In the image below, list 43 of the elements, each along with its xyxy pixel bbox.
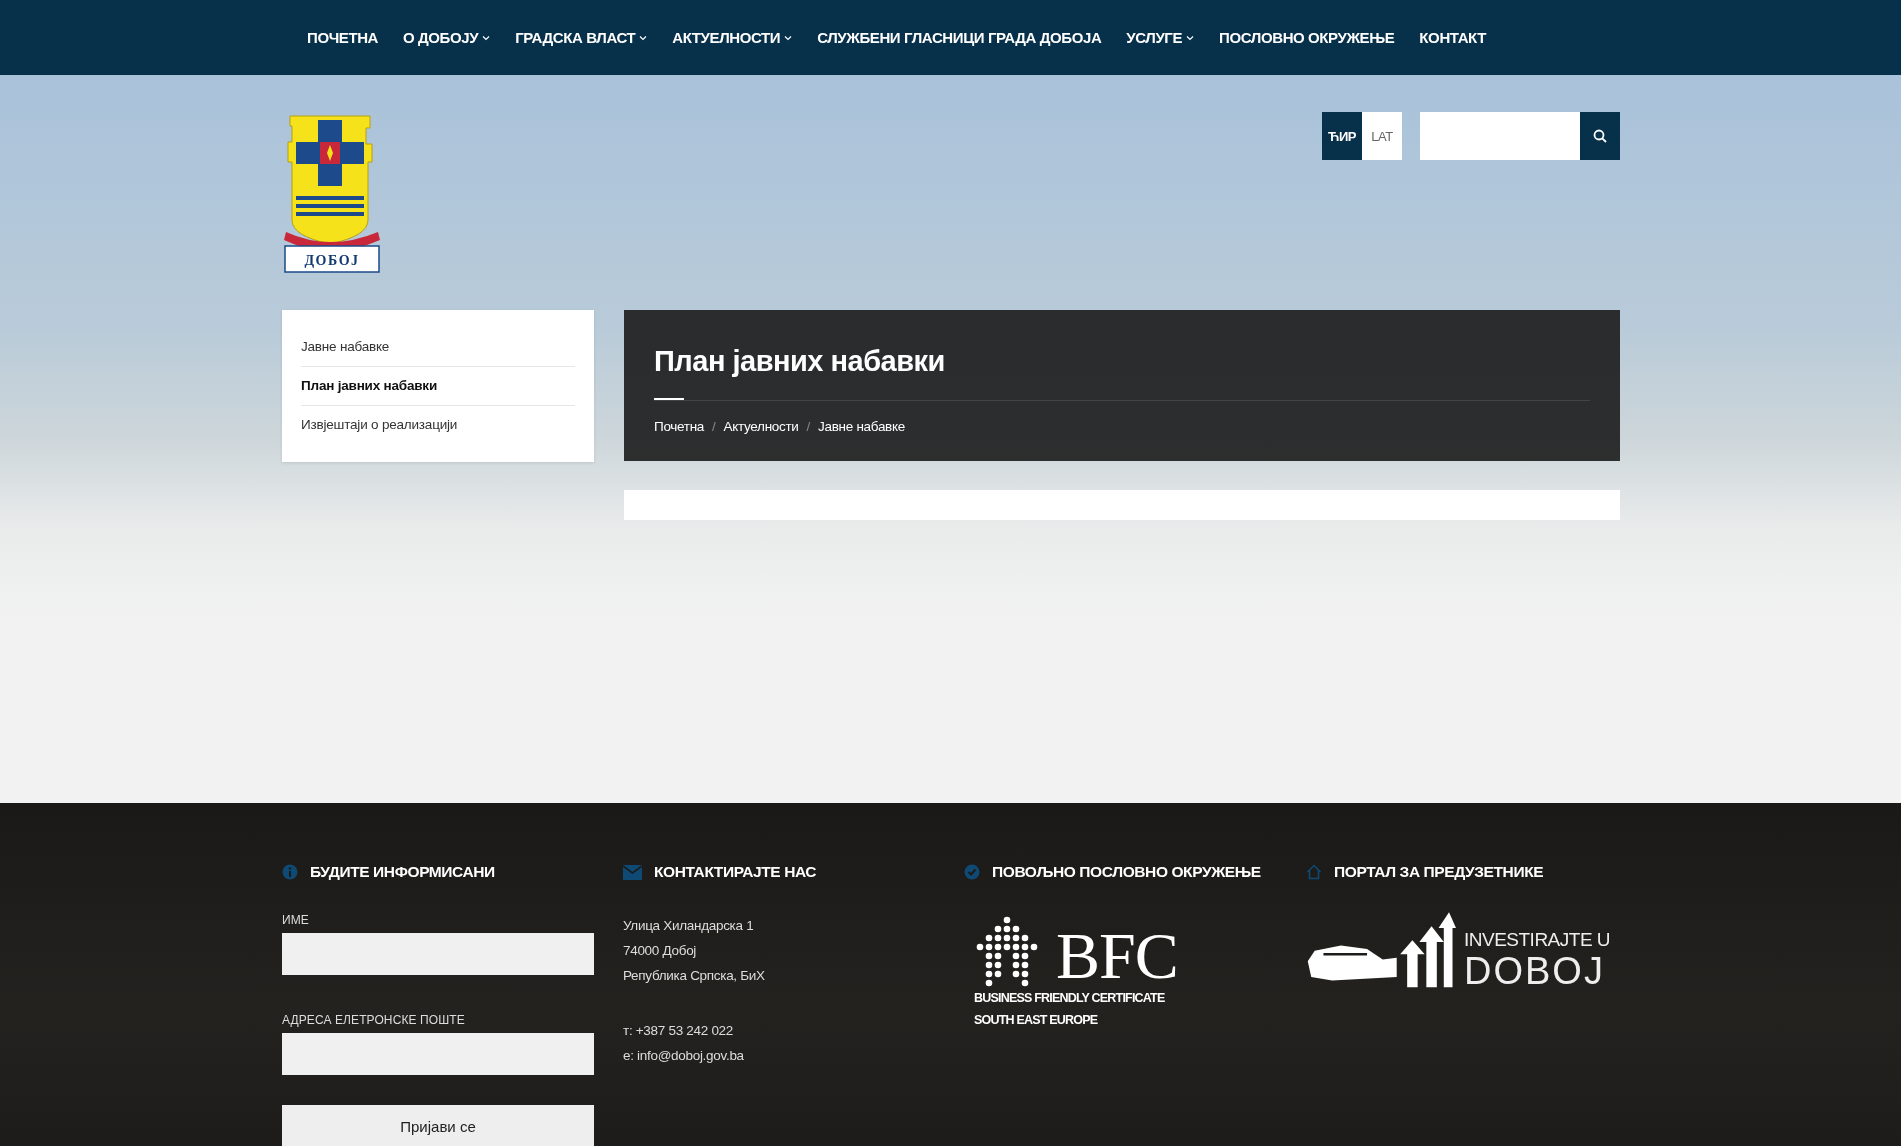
breadcrumb-link[interactable]: Јавне набавке bbox=[818, 419, 905, 434]
nav-link[interactable]: АКТУЕЛНОСТИ bbox=[661, 21, 807, 54]
language-toggle[interactable]: LAT bbox=[1362, 112, 1402, 160]
nav-link[interactable]: КОНТАКТ bbox=[1408, 21, 1500, 54]
envelope-icon bbox=[623, 864, 642, 880]
address-line: 74000 Добој bbox=[623, 942, 698, 960]
field-label: АДРЕСА ЕЛЕТРОНСКЕ ПОШТЕ bbox=[282, 1013, 466, 1027]
search-field[interactable] bbox=[1420, 112, 1580, 160]
breadcrumb-link[interactable]: Актуелности bbox=[723, 419, 799, 434]
language-toggle[interactable]: ЋИР bbox=[1322, 112, 1362, 160]
sidebar-item[interactable]: Јавне набавке bbox=[301, 328, 575, 367]
input-field[interactable] bbox=[282, 1033, 594, 1075]
nav-link[interactable]: ГРАДСКА ВЛАСТ bbox=[504, 21, 662, 54]
footer-heading: КОНТАКТИРАЈТЕ НАС bbox=[654, 863, 817, 881]
nav-link[interactable]: ПОСЛОВНО ОКРУЖЕЊЕ bbox=[1208, 21, 1409, 54]
page-title: План јавних набавки bbox=[654, 344, 946, 379]
check-circle-icon bbox=[964, 864, 980, 880]
nav-link[interactable]: СЛУЖБЕНИ ГЛАСНИЦИ ГРАДА ДОБОЈА bbox=[806, 21, 1116, 54]
breadcrumb-link[interactable]: Почетна bbox=[654, 419, 705, 434]
title-underline bbox=[654, 398, 684, 400]
phone-number: т: +387 53 242 022 bbox=[623, 1022, 734, 1040]
footer-heading: ПОРТАЛ ЗА ПРЕДУЗЕТНИКЕ bbox=[1334, 863, 1544, 881]
footer-heading: БУДИТЕ ИНФОРМИСАНИ bbox=[310, 863, 495, 881]
invest-logo[interactable]: INVESTIRAJTE U DOBOJ bbox=[1306, 905, 1611, 993]
info-icon bbox=[282, 864, 298, 880]
address-line: Улица Хиландарска 1 bbox=[623, 917, 755, 935]
address-line: Република Српска, БиХ bbox=[623, 967, 766, 985]
email-address: e: info@doboj.gov.ba bbox=[623, 1047, 745, 1065]
sidebar-item[interactable]: План јавних набавки bbox=[301, 367, 575, 406]
nav-link[interactable]: ПОЧЕТНА bbox=[296, 21, 393, 54]
field-label: ИМЕ bbox=[282, 913, 310, 927]
subscribe-button[interactable]: Пријави се bbox=[282, 1105, 594, 1146]
breadcrumb-separator: / bbox=[712, 419, 716, 434]
nav-link[interactable]: УСЛУГЕ bbox=[1115, 21, 1209, 54]
nav-link[interactable]: О ДОБОЈУ bbox=[392, 21, 505, 54]
bfc-logo[interactable]: BFC BUSINESS FRIENDLY CERTIFICATE SOUTH EAST EUROPE bbox=[974, 915, 1178, 1031]
breadcrumb-separator: / bbox=[806, 419, 811, 434]
search-icon bbox=[1593, 129, 1607, 143]
sidebar-item[interactable]: Извјештаји о реализацији bbox=[301, 406, 575, 444]
input-field[interactable] bbox=[282, 933, 594, 975]
search-button[interactable] bbox=[1580, 112, 1620, 160]
home-icon bbox=[1306, 864, 1322, 880]
footer-heading: ПОВОЉНО ПОСЛОВНО ОКРУЖЕЊЕ bbox=[992, 863, 1261, 881]
